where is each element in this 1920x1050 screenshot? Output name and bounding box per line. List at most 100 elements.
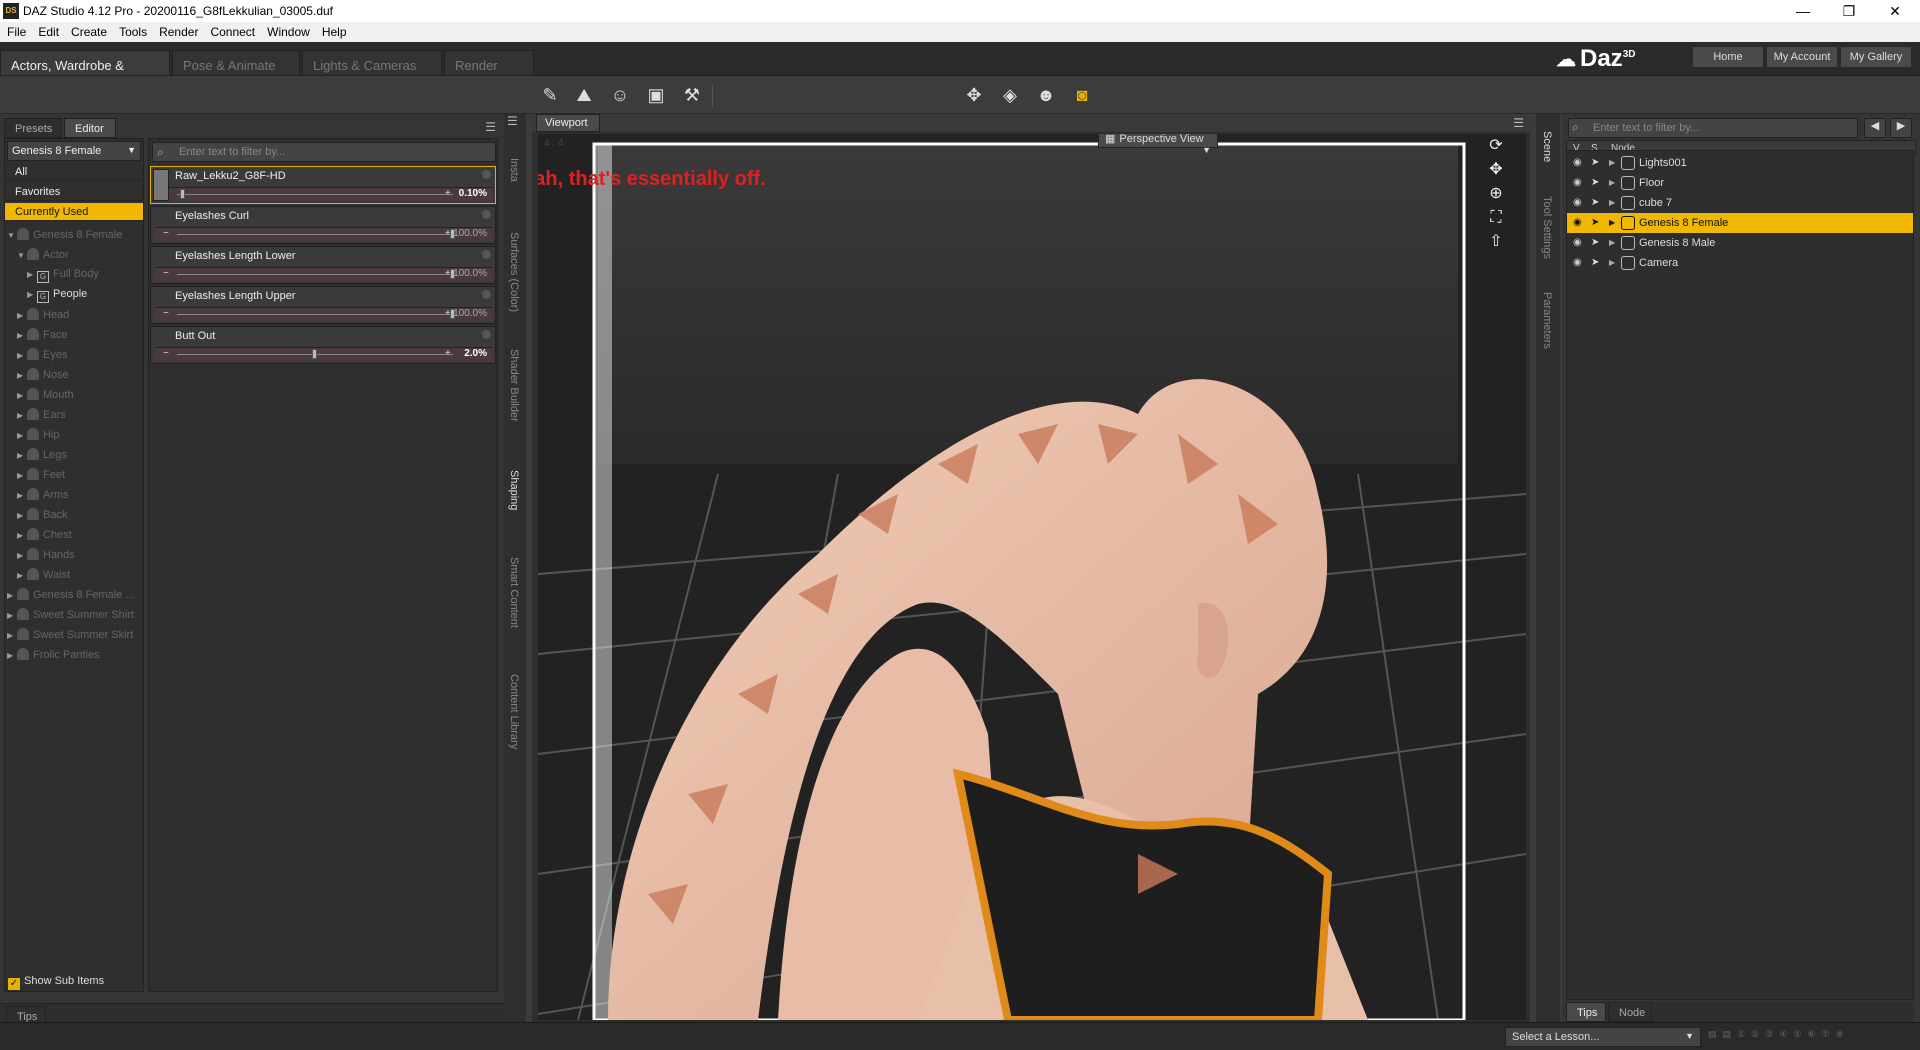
property-slider[interactable]: Eyelashes Length Lower − +100.0% <box>150 246 496 284</box>
tab-lights-cameras[interactable]: Lights & Cameras <box>302 50 442 76</box>
expand-arrow-icon[interactable]: ▶ <box>1609 258 1615 267</box>
home-button[interactable]: Home <box>1692 46 1764 68</box>
tree-item[interactable]: ▶ Eyes <box>5 345 143 365</box>
expand-arrow-icon[interactable]: ▶ <box>17 331 27 340</box>
menu-tools[interactable]: Tools <box>112 22 152 39</box>
tree-item[interactable]: ▶ Sweet Summer Skirt <box>5 625 143 645</box>
my-gallery-button[interactable]: My Gallery <box>1840 46 1912 68</box>
tree-item[interactable]: ▶ Ears <box>5 405 143 425</box>
property-slider[interactable]: Eyelashes Length Upper − +100.0% <box>150 286 496 324</box>
tab-viewport[interactable]: Viewport <box>536 114 600 132</box>
tree-item[interactable]: ▶ Waist <box>5 565 143 585</box>
expand-arrow-icon[interactable]: ▶ <box>1609 238 1615 247</box>
increment-icon[interactable]: + <box>445 188 451 199</box>
slider-knob[interactable] <box>312 349 317 359</box>
eye-icon[interactable]: ◉ <box>1573 197 1587 208</box>
property-slider[interactable]: Eyelashes Curl − +100.0% <box>150 206 496 244</box>
tab-shader-builder[interactable]: Shader Builder <box>508 340 520 430</box>
tree-item[interactable]: ▶ Arms <box>5 485 143 505</box>
scene-node-row[interactable]: ◉ ➤ ▶ Camera <box>1567 253 1913 273</box>
close-button[interactable]: ✕ <box>1872 0 1918 22</box>
tab-node[interactable]: Node <box>1608 1002 1652 1022</box>
universal-tool-icon[interactable]: ✥ <box>960 81 988 109</box>
filter-input[interactable]: Enter text to filter by... <box>152 142 496 162</box>
tree-item[interactable]: ▶ Back <box>5 505 143 525</box>
gear-icon[interactable] <box>482 250 491 259</box>
tab-tips-right[interactable]: Tips <box>1566 1002 1606 1022</box>
tree-item[interactable]: ▶ G Full Body <box>5 265 143 285</box>
expand-arrow-icon[interactable]: ▶ <box>1609 158 1615 167</box>
slider-value[interactable]: 0.10% <box>459 188 487 199</box>
menu-connect[interactable]: Connect <box>203 22 260 39</box>
node-selection-icon[interactable]: ✎ <box>536 81 564 109</box>
tree-item[interactable]: ▼ Actor <box>5 245 143 265</box>
tab-pose-animate[interactable]: Pose & Animate <box>172 50 300 76</box>
slider-value[interactable]: 100.0% <box>453 268 487 279</box>
tab-shaping[interactable]: Shaping <box>508 460 520 520</box>
tab-smart-content[interactable]: Smart Content <box>508 544 520 640</box>
expand-arrow-icon[interactable]: ▶ <box>17 471 27 480</box>
tab-install[interactable]: Insta <box>508 150 520 190</box>
category-favorites[interactable]: Favorites <box>5 183 143 201</box>
expand-arrow-icon[interactable]: ▶ <box>17 571 27 580</box>
expand-arrow-icon[interactable]: ▶ <box>7 591 17 600</box>
tab-render[interactable]: Render <box>444 50 534 76</box>
tree-item[interactable]: ▶ Mouth <box>5 385 143 405</box>
tree-item[interactable]: ▶ Genesis 8 Female ... <box>5 585 143 605</box>
expand-arrow-icon[interactable]: ▶ <box>7 651 17 660</box>
tree-item[interactable]: ▶ Legs <box>5 445 143 465</box>
cursor-icon[interactable]: ➤ <box>1591 217 1599 228</box>
menu-render[interactable]: Render <box>152 22 203 39</box>
expand-arrow-icon[interactable]: ▶ <box>17 351 27 360</box>
menu-file[interactable]: File <box>0 22 31 39</box>
decrement-icon[interactable]: − <box>163 268 169 279</box>
scene-node-row[interactable]: ◉ ➤ ▶ Genesis 8 Female <box>1567 213 1913 233</box>
figure-select[interactable]: Genesis 8 Female ▼ <box>7 141 141 161</box>
tree-item[interactable]: ▶ Hip <box>5 425 143 445</box>
tree-item[interactable]: ▶ Feet <box>5 465 143 485</box>
expand-arrow-icon[interactable]: ▶ <box>27 270 37 279</box>
tab-editor[interactable]: Editor <box>64 118 116 138</box>
scene-filter-input[interactable]: Enter text to filter by... <box>1568 118 1858 138</box>
menu-window[interactable]: Window <box>260 22 315 39</box>
expand-arrow-icon[interactable]: ▶ <box>17 511 27 520</box>
lesson-step-buttons[interactable]: ▤▤①②③④⑤⑥⑦⑧ <box>1708 1029 1914 1045</box>
tab-parameters[interactable]: Parameters <box>1541 280 1553 360</box>
eye-icon[interactable]: ◉ <box>1573 157 1587 168</box>
tab-surfaces[interactable]: Surfaces (Color) <box>508 222 520 322</box>
tree-item[interactable]: ▶ Hands <box>5 545 143 565</box>
expand-arrow-icon[interactable]: ▶ <box>17 491 27 500</box>
scene-node-row[interactable]: ◉ ➤ ▶ cube 7 <box>1567 193 1913 213</box>
slider-value[interactable]: 100.0% <box>453 308 487 319</box>
decrement-icon[interactable]: − <box>163 228 169 239</box>
tree-item[interactable]: ▶ G People <box>5 285 143 305</box>
eye-icon[interactable]: ◉ <box>1573 177 1587 188</box>
camera-orbit-icon[interactable]: ◈ <box>996 81 1024 109</box>
perspective-view-select[interactable]: ▦ Perspective View ▼ <box>1098 134 1218 155</box>
tree-item[interactable]: ▶ Chest <box>5 525 143 545</box>
tree-item[interactable]: ▶ Head <box>5 305 143 325</box>
expand-arrow-icon[interactable]: ▶ <box>27 290 37 299</box>
tree-item[interactable]: ▶ Face <box>5 325 143 345</box>
eye-icon[interactable]: ◉ <box>1573 217 1587 228</box>
gear-icon[interactable] <box>482 290 491 299</box>
menu-create[interactable]: Create <box>64 22 112 39</box>
expand-arrow-icon[interactable]: ▶ <box>17 531 27 540</box>
viewport-navigation-controls[interactable]: ⟳ ✥ ⊕ ⛶ ⇧ <box>1478 134 1514 254</box>
slider-knob[interactable] <box>179 189 185 199</box>
expand-arrow-icon[interactable]: ▶ <box>17 391 27 400</box>
scene-node-row[interactable]: ◉ ➤ ▶ Genesis 8 Male <box>1567 233 1913 253</box>
expand-arrow-icon[interactable]: ▼ <box>7 231 17 240</box>
expand-arrow-icon[interactable]: ▶ <box>17 451 27 460</box>
decrement-icon[interactable]: − <box>163 308 169 319</box>
gear-icon[interactable] <box>482 210 491 219</box>
scene-node-row[interactable]: ◉ ➤ ▶ Lights001 <box>1567 153 1913 173</box>
slider-value[interactable]: 100.0% <box>453 228 487 239</box>
tab-actors-wardrobe-props[interactable]: Actors, Wardrobe & Props <box>0 50 170 88</box>
pane-menu-icon[interactable]: ☰ <box>507 114 518 128</box>
menu-help[interactable]: Help <box>315 22 352 39</box>
expand-arrow-icon[interactable]: ▶ <box>17 551 27 560</box>
decrement-icon[interactable]: − <box>163 348 169 359</box>
tab-presets[interactable]: Presets <box>4 118 62 138</box>
tree-item[interactable]: ▶ Sweet Summer Shirt <box>5 605 143 625</box>
